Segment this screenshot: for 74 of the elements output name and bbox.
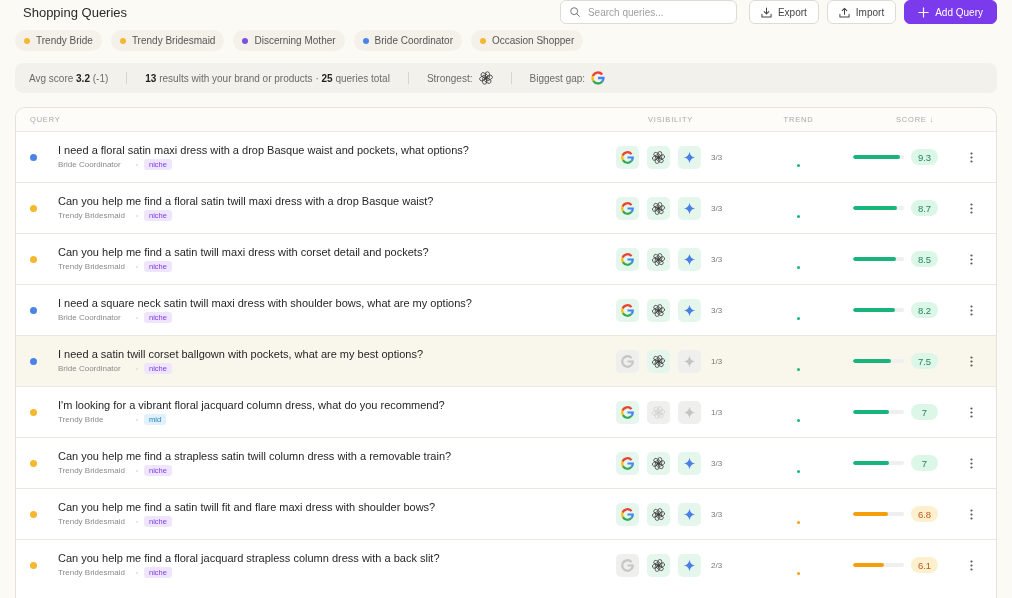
score-badge: 8.7	[911, 200, 938, 216]
search-field[interactable]: Search queries...	[559, 0, 737, 24]
query-text: Can you help me find a floral jacquard strapless column dress with a back slit?	[58, 552, 441, 564]
persona-chip[interactable]: Trendy Bridesmaid	[110, 30, 225, 51]
persona-chip[interactable]: Occasion Shopper	[470, 30, 584, 51]
persona-label: Trendy Bridesmaid	[58, 517, 125, 526]
persona-chip[interactable]: Bride Coordinator	[353, 30, 462, 51]
score-badge: 8.2	[911, 302, 938, 318]
persona-label: Trendy Bride	[58, 415, 104, 424]
visibility-count: 3/3	[711, 458, 723, 468]
persona-label: Trendy Bridesmaid	[58, 466, 125, 475]
results-summary-text: 13 results with your brand or products · 25 queries total	[145, 72, 390, 84]
trend-dot-icon	[797, 316, 800, 320]
plus-icon	[918, 6, 930, 18]
trend-dot-icon	[797, 469, 800, 473]
knot-logo-icon	[478, 71, 493, 85]
score-badge: 6.8	[911, 506, 938, 522]
avg-score-text: Avg score 3.2 (-1)	[29, 72, 109, 84]
score-badge: 6.1	[911, 557, 938, 573]
persona-chip[interactable]: Trendy Bride	[15, 30, 102, 51]
trend-dot-icon	[797, 163, 800, 167]
score-badge: 9.3	[911, 149, 938, 165]
query-text: Can you help me find a strapless satin twill column dress with a removable train?	[58, 450, 453, 462]
persona-label: Bride Coordinator	[58, 364, 121, 373]
visibility-count: 3/3	[711, 305, 723, 315]
trend-dot-icon	[797, 214, 800, 218]
strongest-label: Strongest:	[426, 72, 473, 84]
more-options-icon[interactable]	[970, 508, 973, 520]
trend-dot-icon	[797, 418, 800, 422]
query-text: I need a satin twill corset ballgown with pockets, what are my best options?	[58, 348, 425, 360]
import-button[interactable]: Import	[826, 0, 897, 24]
persona-label: Bride Coordinator	[58, 313, 121, 322]
add-button[interactable]: Add Query	[904, 0, 997, 24]
more-options-icon[interactable]	[970, 304, 973, 316]
persona-chip[interactable]: Discerning Mother	[233, 30, 345, 51]
score-badge: 7	[911, 455, 938, 471]
upload-icon	[838, 6, 850, 18]
visibility-count: 1/3	[711, 407, 723, 417]
visibility-count: 1/3	[711, 356, 723, 366]
download-icon	[760, 6, 772, 18]
export-button[interactable]: Export	[748, 0, 819, 24]
biggest-gap-label: Biggest gap:	[529, 72, 586, 84]
visibility-count: 3/3	[711, 152, 723, 162]
query-text: Can you help me find a satin twill fit and flare maxi dress with shoulder bows?	[58, 501, 437, 513]
trend-dot-icon	[797, 571, 800, 575]
more-options-icon[interactable]	[970, 151, 973, 163]
more-options-icon[interactable]	[970, 406, 973, 418]
more-options-icon[interactable]	[970, 202, 973, 214]
more-options-icon[interactable]	[970, 457, 973, 469]
more-options-icon[interactable]	[970, 253, 973, 265]
persona-label: Trendy Bridesmaid	[58, 568, 125, 577]
more-options-icon[interactable]	[970, 559, 973, 571]
more-options-icon[interactable]	[970, 355, 973, 367]
visibility-count: 3/3	[711, 203, 723, 213]
visibility-count: 3/3	[711, 509, 723, 519]
trend-dot-icon	[797, 520, 800, 524]
visibility-count: 2/3	[711, 560, 723, 570]
score-badge: 7.5	[911, 353, 938, 369]
query-text: Can you help me find a floral satin twill maxi dress with a drop Basque waist?	[58, 195, 435, 207]
visibility-count: 3/3	[711, 254, 723, 264]
persona-label: Bride Coordinator	[58, 160, 121, 169]
persona-label: Trendy Bridesmaid	[58, 211, 125, 220]
page-title: Shopping Queries	[22, 4, 129, 20]
search-icon	[569, 7, 580, 17]
query-text: I'm looking for a vibrant floral jacquard column dress, what do you recommend?	[58, 399, 446, 411]
trend-dot-icon	[797, 265, 800, 269]
score-badge: 8.5	[911, 251, 938, 267]
persona-label: Trendy Bridesmaid	[58, 262, 125, 271]
trend-dot-icon	[797, 367, 800, 371]
score-badge: 7	[911, 404, 938, 420]
query-text: Can you help me find a satin twill maxi dress with corset detail and pockets?	[58, 246, 430, 258]
query-text: I need a floral satin maxi dress with a drop Basque waist and pockets, what options?	[58, 144, 470, 156]
query-text: I need a square neck satin twill maxi dress with shoulder bows, what are my options?	[58, 297, 473, 309]
g-logo-icon	[591, 71, 606, 85]
